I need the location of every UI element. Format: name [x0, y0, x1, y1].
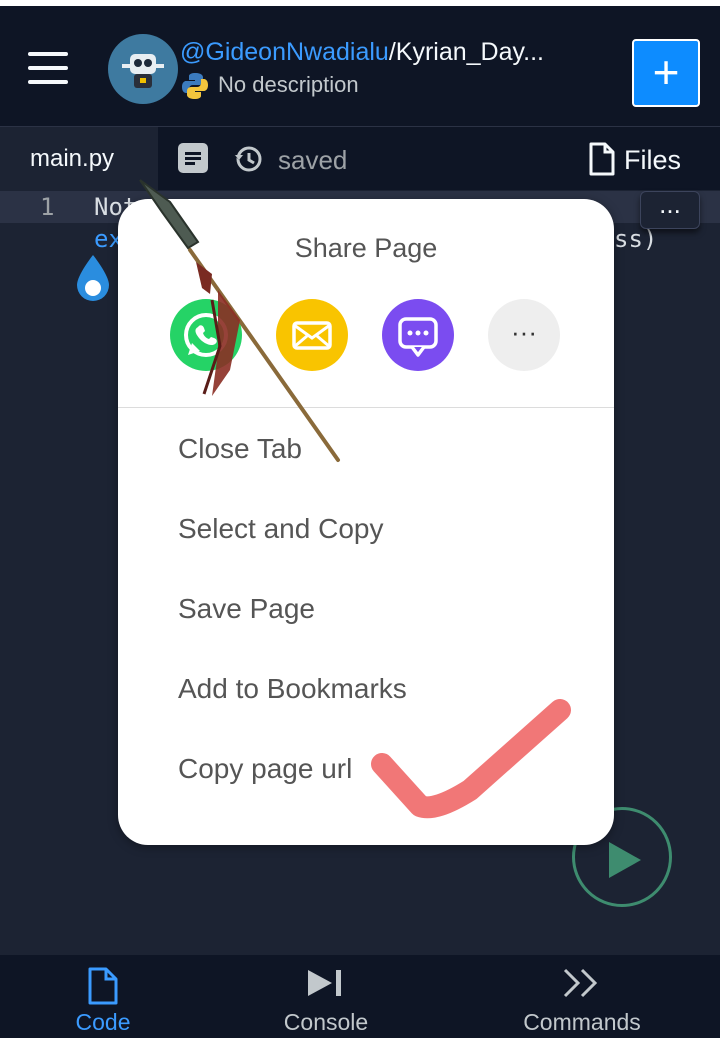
python-icon: [182, 73, 208, 99]
nav-console-label: Console: [283, 1009, 369, 1035]
email-icon[interactable]: [276, 299, 348, 371]
code-line-2-tail[interactable]: ss): [614, 225, 657, 253]
nav-commands-label: Commands: [523, 1009, 641, 1035]
tab-main-py[interactable]: main.py: [0, 127, 158, 191]
add-button[interactable]: +: [632, 39, 700, 107]
document-icon[interactable]: [178, 143, 208, 173]
tab-label: main.py: [30, 145, 115, 172]
nav-code-label: Code: [75, 1009, 131, 1035]
menu-select-and-copy[interactable]: Select and Copy: [178, 513, 383, 545]
overflow-button[interactable]: ...: [640, 191, 700, 229]
line-number: 1: [40, 193, 55, 221]
menu-add-to-bookmarks[interactable]: Add to Bookmarks: [178, 673, 407, 705]
repo-separator: /: [388, 38, 396, 66]
top-bar: @GideonNwadialu/Kyrian_Day... No descrip…: [0, 0, 720, 126]
history-icon[interactable]: [232, 143, 264, 175]
share-sheet: Share Page ··· Close Tab Select and Copy…: [118, 199, 614, 845]
repo-name[interactable]: Kyrian_Day...: [396, 38, 544, 66]
repo-path[interactable]: @GideonNwadialu/Kyrian_Day...: [180, 38, 544, 67]
repo-owner[interactable]: @GideonNwadialu: [180, 38, 389, 66]
more-icon[interactable]: ···: [488, 299, 560, 371]
nav-code[interactable]: Code: [44, 955, 162, 1038]
bottom-nav: Code Console Commands: [0, 955, 720, 1038]
file-icon[interactable]: [588, 142, 616, 176]
play-icon: [609, 842, 641, 878]
menu-save-page[interactable]: Save Page: [178, 593, 315, 625]
whatsapp-icon[interactable]: [170, 299, 242, 371]
message-icon[interactable]: [382, 299, 454, 371]
droplet-icon[interactable]: [74, 253, 112, 303]
file-icon: [88, 967, 118, 1005]
nav-commands[interactable]: Commands: [516, 955, 648, 1038]
divider: [118, 407, 614, 408]
menu-icon[interactable]: [28, 52, 68, 84]
tab-bar: main.py saved Files: [0, 126, 720, 191]
menu-copy-page-url[interactable]: Copy page url: [178, 753, 352, 785]
chevrons-icon: [563, 968, 598, 998]
share-sheet-title: Share Page: [294, 233, 438, 263]
play-bar-icon: [308, 970, 341, 996]
repo-description: No description: [218, 72, 359, 97]
menu-close-tab[interactable]: Close Tab: [178, 433, 302, 465]
saved-status: saved: [278, 145, 348, 175]
files-button[interactable]: Files: [624, 145, 681, 176]
avatar[interactable]: [108, 34, 178, 104]
nav-console[interactable]: Console: [266, 955, 386, 1038]
